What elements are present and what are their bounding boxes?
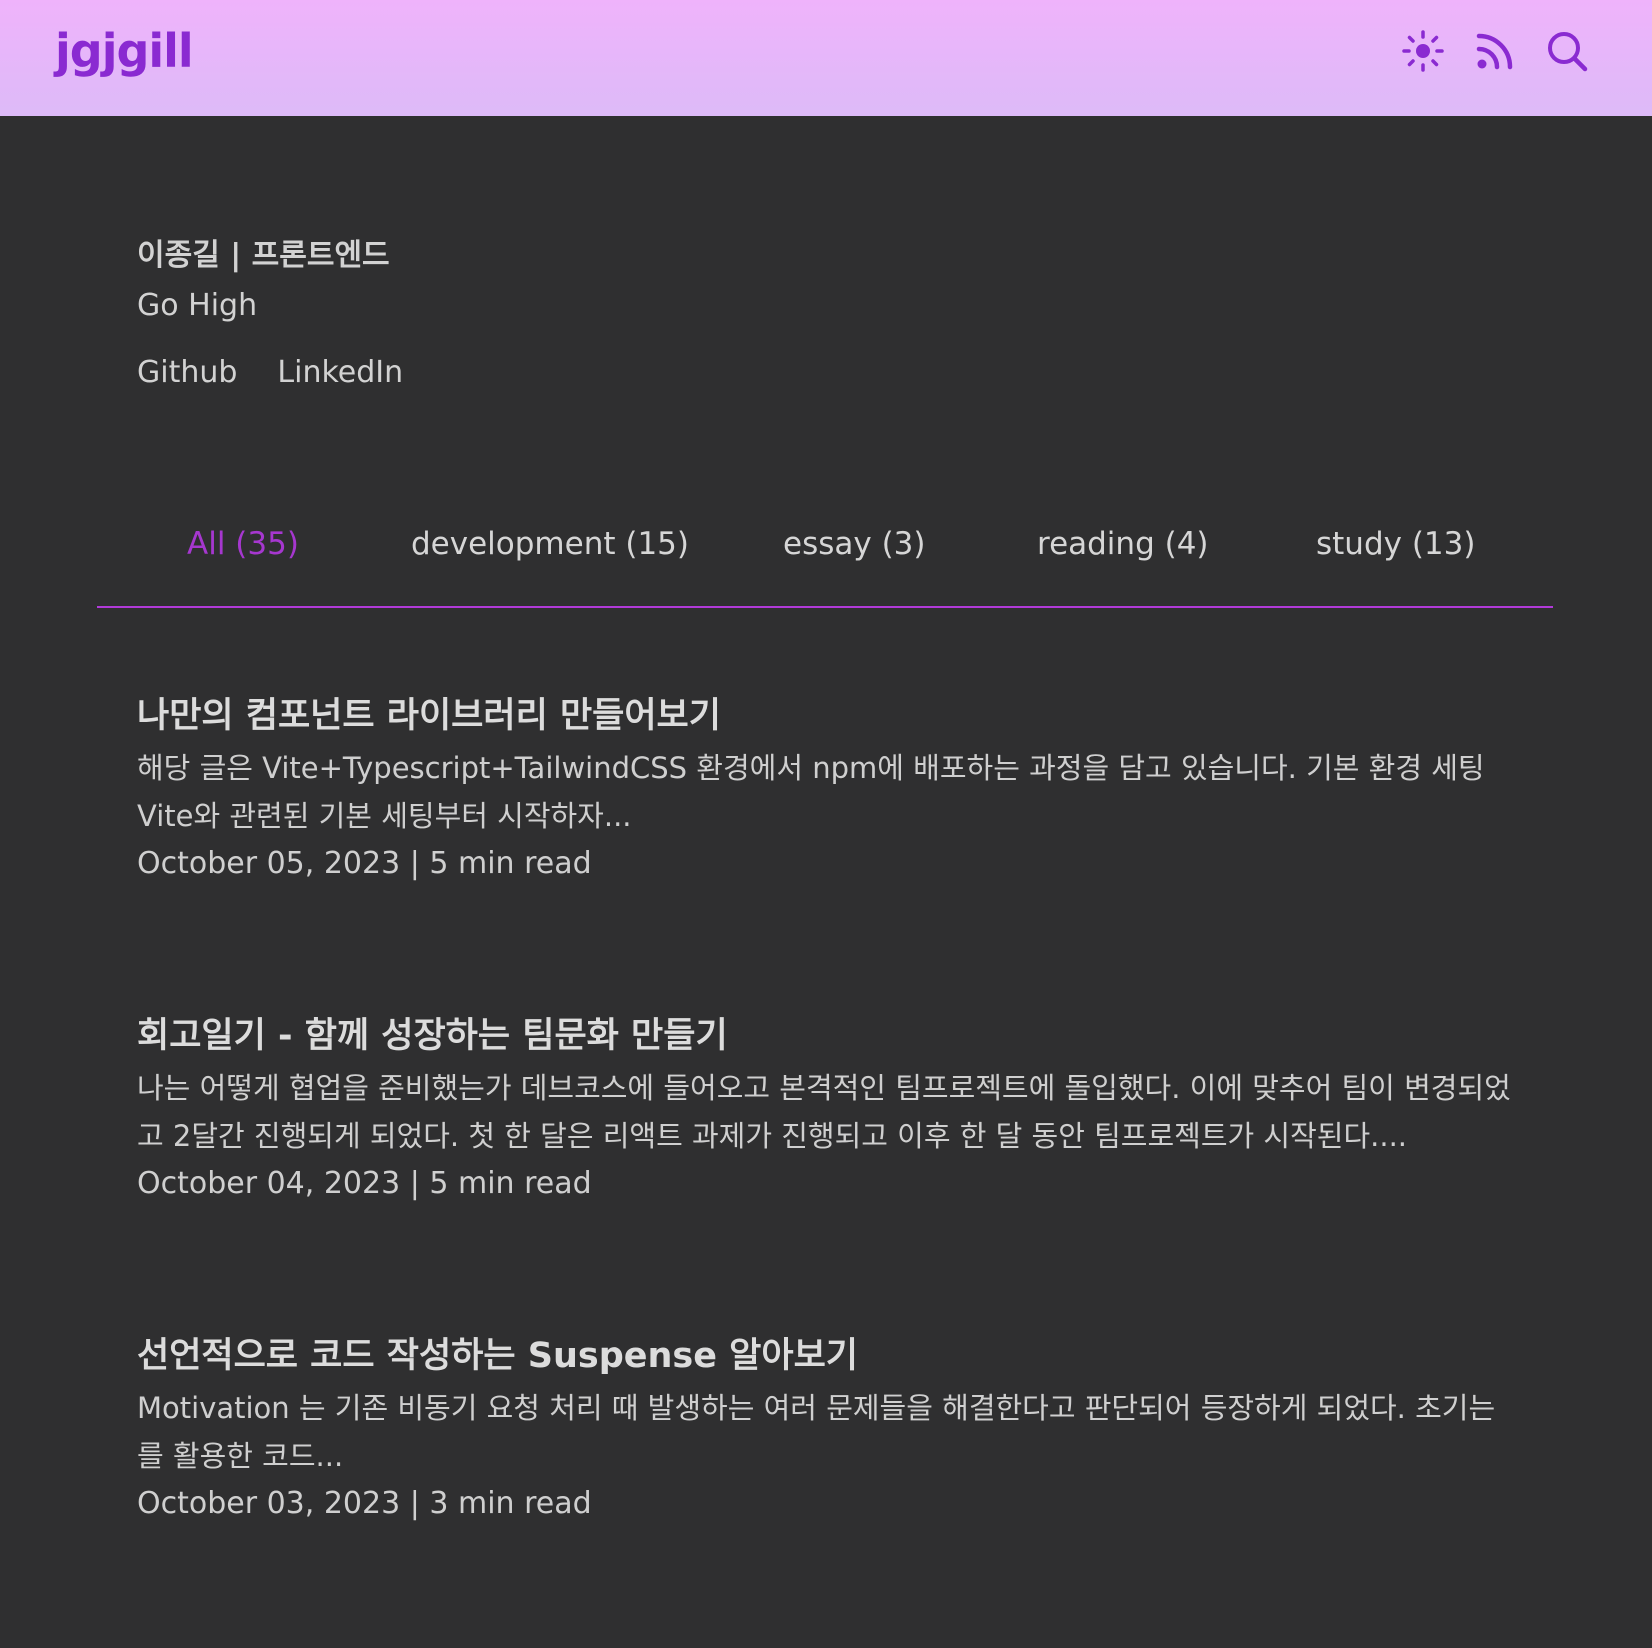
tab-reading[interactable]: reading (4) [1037,516,1209,572]
bio-section: 이종길 | 프론트엔드 Go High Github LinkedIn [137,236,403,393]
post-meta: October 04, 2023 | 5 min read [137,1166,592,1201]
post-meta: October 05, 2023 | 5 min read [137,846,592,881]
post-excerpt: 나는 어떻게 협업을 준비했는가 데브코스에 들어오고 본격적인 팀프로젝트에 … [137,1071,1511,1153]
site-header: jgjgill [0,0,1652,116]
site-logo[interactable]: jgjgill [55,24,194,78]
tab-all[interactable]: All (35) [187,516,299,572]
rss-icon [1476,33,1513,70]
tab-study[interactable]: study (13) [1316,516,1475,572]
post-title[interactable]: 회고일기 - 함께 성장하는 팀문화 만들기 [137,1008,1537,1064]
theme-toggle-button[interactable] [1400,28,1446,74]
post-item[interactable]: 나만의 컴포넌트 라이브러리 만들어보기 해당 글은 Vite+Typescri… [137,688,1537,888]
tab-essay[interactable]: essay (3) [783,516,925,572]
linkedin-link[interactable]: LinkedIn [277,353,403,393]
post-title[interactable]: 선언적으로 코드 작성하는 Suspense 알아보기 [137,1328,1537,1384]
search-button[interactable] [1544,28,1590,74]
post-excerpt: 해당 글은 Vite+Typescript+TailwindCSS 환경에서 n… [137,751,1485,833]
tab-development[interactable]: development (15) [411,516,689,572]
post-excerpt: Motivation 는 기존 비동기 요청 처리 때 발생하는 여러 문제들을… [137,1391,1496,1473]
github-link[interactable]: Github [137,353,237,393]
post-list: 나만의 컴포넌트 라이브러리 만들어보기 해당 글은 Vite+Typescri… [137,688,1537,1648]
author-tagline: Go High [137,288,258,323]
search-icon [1548,32,1588,72]
sun-icon [1402,30,1444,72]
post-item[interactable]: 선언적으로 코드 작성하는 Suspense 알아보기 Motivation 는… [137,1328,1537,1528]
header-icons [1400,28,1590,74]
author-name: 이종길 | 프론트엔드 [137,238,390,273]
category-tabs: All (35) development (15) essay (3) read… [97,516,1553,608]
rss-button[interactable] [1472,28,1518,74]
post-title[interactable]: 나만의 컴포넌트 라이브러리 만들어보기 [137,688,1537,744]
post-meta: October 03, 2023 | 3 min read [137,1486,592,1521]
post-item[interactable]: 회고일기 - 함께 성장하는 팀문화 만들기 나는 어떻게 협업을 준비했는가 … [137,1008,1537,1208]
social-links: Github LinkedIn [137,353,403,393]
